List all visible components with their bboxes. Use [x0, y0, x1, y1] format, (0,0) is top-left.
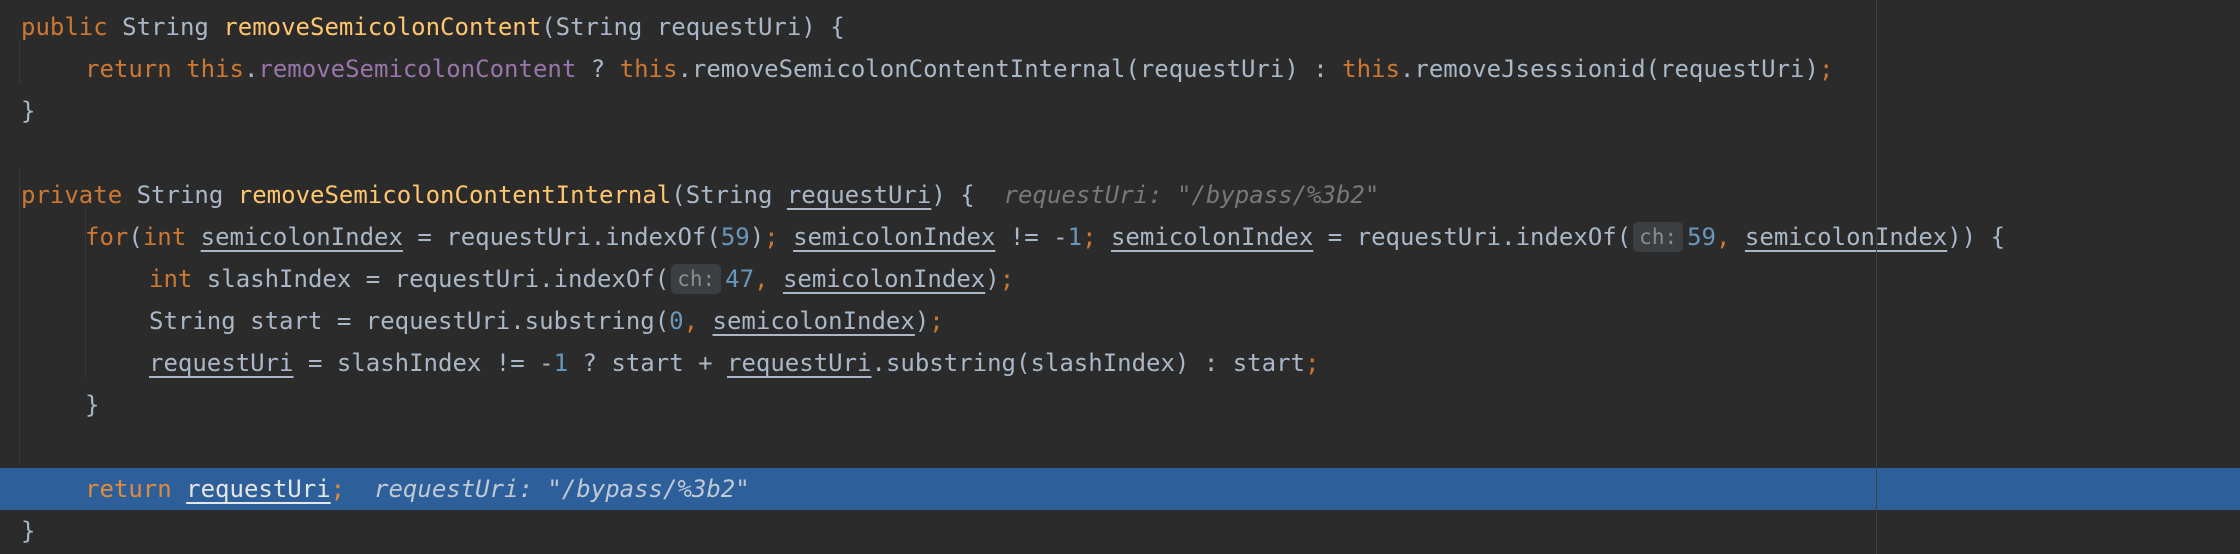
- semicolon: ;: [999, 265, 1015, 293]
- keyword: for: [85, 223, 129, 251]
- current-execution-line[interactable]: return requestUri; requestUri: "/bypass/…: [0, 468, 2240, 510]
- right-margin-guide: [1876, 0, 1877, 554]
- keyword: return: [85, 475, 172, 503]
- semicolon: ;: [929, 307, 944, 335]
- code-line-5[interactable]: private String removeSemicolonContentInt…: [0, 174, 2240, 216]
- code-line-3[interactable]: }: [0, 90, 2240, 132]
- comma: ,: [1716, 223, 1731, 251]
- code-line-2[interactable]: return this.removeSemicolonContent ? thi…: [0, 48, 2240, 90]
- number-literal: 1: [1067, 223, 1083, 251]
- code-text: ): [749, 223, 765, 251]
- code-text: .: [243, 55, 259, 83]
- semicolon: ;: [764, 223, 779, 251]
- keyword: this: [186, 55, 244, 83]
- variable[interactable]: requestUri: [727, 349, 872, 377]
- number-literal: 47: [725, 265, 755, 293]
- parameter[interactable]: requestUri: [787, 181, 932, 209]
- method-params: (String requestUri) {: [541, 13, 845, 41]
- parameter-name-hint: ch:: [671, 264, 722, 294]
- variable[interactable]: semicolonIndex: [201, 223, 403, 251]
- semicolon: ;: [330, 475, 346, 503]
- code-text: (: [128, 223, 143, 251]
- code-text: )) {: [1947, 223, 2006, 251]
- code-line-10[interactable]: }: [0, 384, 2240, 426]
- variable[interactable]: semicolonIndex: [783, 265, 985, 293]
- closing-brace: }: [85, 391, 100, 419]
- code-text: = requestUri.indexOf(: [402, 223, 721, 251]
- code-text: ): [985, 265, 1000, 293]
- parameter-name-hint: ch:: [1633, 222, 1684, 252]
- method-name[interactable]: removeSemicolonContentInternal: [238, 181, 671, 209]
- code-text: = requestUri.indexOf(: [1313, 223, 1632, 251]
- code-text: ?: [576, 55, 620, 83]
- code-line-1[interactable]: public String removeSemicolonContent(Str…: [0, 6, 2240, 48]
- semicolon: ;: [1818, 55, 1834, 83]
- semicolon: ;: [1304, 349, 1320, 377]
- code-text: .substring(slashIndex) : start: [871, 349, 1305, 377]
- type-name: String: [136, 181, 224, 209]
- field-reference[interactable]: removeSemicolonContent: [258, 55, 576, 83]
- code-text: = slashIndex != -: [293, 349, 554, 377]
- number-literal: 59: [1687, 223, 1717, 251]
- closing-brace: }: [21, 97, 36, 125]
- keyword: this: [619, 55, 678, 83]
- variable[interactable]: semicolonIndex: [1111, 223, 1313, 251]
- variable[interactable]: requestUri: [149, 349, 294, 377]
- code-text: String start = requestUri.substring(: [149, 307, 670, 335]
- method-name[interactable]: removeSemicolonContent: [223, 13, 541, 41]
- keyword: return: [85, 55, 172, 83]
- variable[interactable]: semicolonIndex: [713, 307, 915, 335]
- semicolon: ;: [1082, 223, 1097, 251]
- code-text: slashIndex = requestUri.indexOf(: [192, 265, 670, 293]
- keyword: public: [21, 13, 108, 41]
- keyword: this: [1342, 55, 1400, 83]
- code-line-6[interactable]: for(int semicolonIndex = requestUri.inde…: [0, 216, 2240, 258]
- number-literal: 0: [669, 307, 684, 335]
- code-text: ): [914, 307, 930, 335]
- variable[interactable]: semicolonIndex: [1745, 223, 1947, 251]
- debug-value-hint: requestUri: "/bypass/%3b2": [374, 475, 750, 503]
- code-line-8[interactable]: String start = requestUri.substring(0, s…: [0, 300, 2240, 342]
- method-call[interactable]: .removeSemicolonContentInternal(requestU…: [677, 55, 1342, 83]
- debug-value-hint: requestUri: "/bypass/%3b2": [1003, 181, 1380, 209]
- keyword: int: [149, 265, 193, 293]
- comma: ,: [754, 265, 769, 293]
- keyword: int: [142, 223, 187, 251]
- method-call[interactable]: .removeJsessionid(requestUri): [1400, 55, 1819, 83]
- type-name: String: [122, 13, 209, 41]
- code-text: != -: [995, 223, 1068, 251]
- number-literal: 59: [720, 223, 750, 251]
- comma: ,: [683, 307, 699, 335]
- number-literal: 1: [553, 349, 569, 377]
- code-text: ? start +: [568, 349, 727, 377]
- code-editor[interactable]: public String removeSemicolonContent(Str…: [0, 0, 2240, 554]
- keyword: private: [21, 181, 123, 209]
- code-line-13[interactable]: }: [0, 510, 2240, 552]
- variable[interactable]: requestUri: [186, 475, 331, 503]
- variable[interactable]: semicolonIndex: [793, 223, 995, 251]
- code-line-7[interactable]: int slashIndex = requestUri.indexOf(ch: 4…: [0, 258, 2240, 300]
- code-text: ) {: [931, 181, 975, 209]
- code-text: (String: [671, 181, 787, 209]
- code-line-9[interactable]: requestUri = slashIndex != -1 ? start + …: [0, 342, 2240, 384]
- closing-brace: }: [21, 517, 36, 545]
